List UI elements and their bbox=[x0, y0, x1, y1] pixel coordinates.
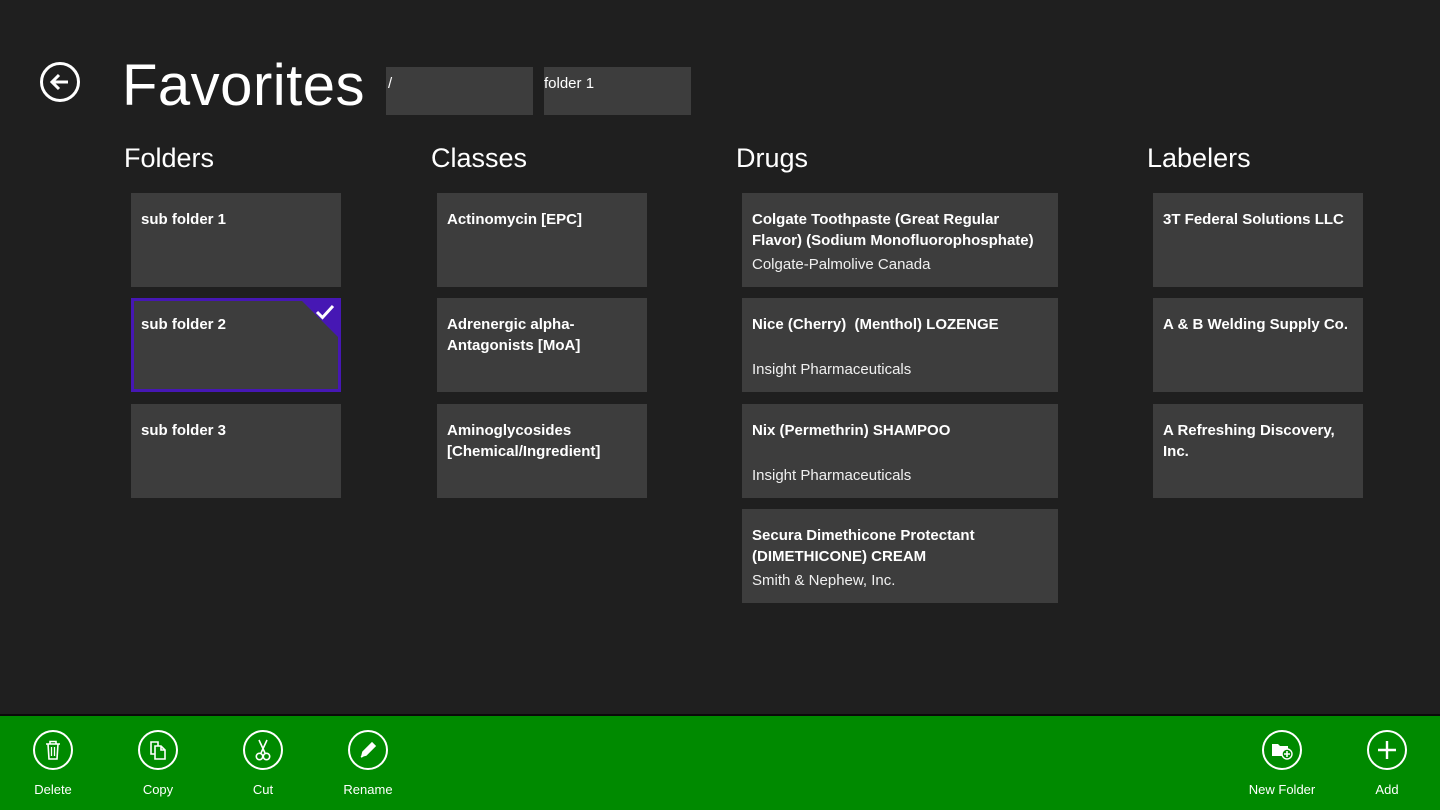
labeler-tile[interactable]: A & B Welding Supply Co. bbox=[1153, 298, 1363, 392]
delete-button-circle bbox=[33, 730, 73, 770]
labeler-tile[interactable]: 3T Federal Solutions LLC bbox=[1153, 193, 1363, 287]
labeler-tile-title: A Refreshing Discovery, Inc. bbox=[1163, 422, 1335, 460]
cut-label: Cut bbox=[252, 782, 274, 797]
drug-tile[interactable]: Nix (Permethrin) SHAMPOO Insight Pharmac… bbox=[742, 404, 1058, 498]
drug-tile[interactable]: Colgate Toothpaste (Great Regular Flavor… bbox=[742, 193, 1058, 287]
plus-icon bbox=[1378, 741, 1396, 759]
new-folder-button[interactable]: New Folder bbox=[1237, 730, 1327, 798]
section-title-folders: Folders bbox=[124, 143, 215, 173]
drug-tile[interactable]: Secura Dimethicone Protectant (DIMETHICO… bbox=[742, 509, 1058, 603]
copy-icon bbox=[150, 741, 166, 760]
drug-tile-labeler: Insight Pharmaceuticals bbox=[752, 467, 912, 484]
pencil-icon bbox=[360, 741, 377, 758]
drug-tile-title-text: Colgate Toothpaste (Great Regular Flavor… bbox=[752, 211, 1034, 249]
section-title-labelers: Labelers bbox=[1147, 143, 1251, 173]
new-folder-icon bbox=[1272, 744, 1293, 760]
add-label: Add bbox=[1375, 782, 1399, 797]
breadcrumb-root[interactable]: / bbox=[386, 67, 533, 115]
drug-tile-title: Nix (Permethrin) SHAMPOO bbox=[752, 422, 951, 439]
arrow-left-icon bbox=[49, 73, 68, 91]
folder-tile-sub-folder-3[interactable]: sub folder 3 bbox=[131, 404, 341, 498]
folder-tile-title: sub folder 1 bbox=[141, 211, 227, 228]
copy-button-circle bbox=[138, 730, 178, 770]
back-button[interactable] bbox=[40, 62, 80, 102]
copy-button[interactable]: Copy bbox=[113, 730, 203, 798]
breadcrumb-folder-label: folder 1 bbox=[544, 75, 595, 92]
breadcrumb-folder-1[interactable]: folder 1 bbox=[544, 67, 691, 115]
section-title-classes: Classes bbox=[431, 143, 528, 173]
scissors-icon bbox=[255, 739, 271, 761]
delete-label: Delete bbox=[34, 782, 72, 797]
drug-tile-title: Secura Dimethicone Protectant (DIMETHICO… bbox=[752, 527, 975, 565]
page-title: Favorites bbox=[122, 53, 366, 118]
folder-tile-title: sub folder 3 bbox=[141, 422, 227, 439]
class-tile-title: Aminoglycosides [Chemical/Ingredient] bbox=[447, 422, 601, 460]
cut-button[interactable]: Cut bbox=[218, 730, 308, 798]
labeler-tile[interactable]: A Refreshing Discovery, Inc. bbox=[1153, 404, 1363, 498]
folder-tile-sub-folder-2[interactable]: sub folder 2 bbox=[131, 298, 341, 392]
rename-label: Rename bbox=[343, 782, 393, 797]
section-title-drugs: Drugs bbox=[736, 143, 809, 173]
class-tile[interactable]: Aminoglycosides [Chemical/Ingredient] bbox=[437, 404, 647, 498]
drug-tile-title: Nice (Cherry) (Menthol) LOZENGE bbox=[752, 316, 999, 333]
folder-tile-sub-folder-1[interactable]: sub folder 1 bbox=[131, 193, 341, 287]
copy-label: Copy bbox=[142, 782, 174, 797]
drug-tile-labeler: Insight Pharmaceuticals bbox=[752, 361, 912, 378]
trash-icon bbox=[46, 740, 60, 760]
drug-tile[interactable]: Nice (Cherry) (Menthol) LOZENGE Insight … bbox=[742, 298, 1058, 392]
add-button[interactable]: Add bbox=[1342, 730, 1432, 798]
drug-tile-labeler: Smith & Nephew, Inc. bbox=[752, 572, 896, 589]
rename-button[interactable]: Rename bbox=[323, 730, 413, 798]
labeler-tile-title: 3T Federal Solutions LLC bbox=[1163, 211, 1344, 228]
drug-tile-labeler: Colgate-Palmolive Canada bbox=[752, 256, 931, 273]
drug-tile-title: Colgate Toothpaste (Great Regular Flavor… bbox=[752, 209, 1050, 251]
delete-button[interactable]: Delete bbox=[8, 730, 98, 798]
add-button-circle bbox=[1367, 730, 1407, 770]
class-tile[interactable]: Actinomycin [EPC] bbox=[437, 193, 647, 287]
class-tile-title: Adrenergic alpha-Antagonists [MoA] bbox=[447, 316, 581, 354]
new-folder-label: New Folder bbox=[1248, 782, 1316, 797]
labeler-tile-title: A & B Welding Supply Co. bbox=[1163, 316, 1348, 333]
class-tile-title: Actinomycin [EPC] bbox=[447, 211, 583, 228]
app-bar: Delete Copy Cut Rename New Folder Add bbox=[0, 714, 1440, 810]
cut-button-circle bbox=[243, 730, 283, 770]
checkmark-icon bbox=[315, 304, 335, 320]
class-tile[interactable]: Adrenergic alpha-Antagonists [MoA] bbox=[437, 298, 647, 392]
rename-button-circle bbox=[348, 730, 388, 770]
new-folder-button-circle bbox=[1262, 730, 1302, 770]
breadcrumb-root-label: / bbox=[388, 75, 393, 92]
